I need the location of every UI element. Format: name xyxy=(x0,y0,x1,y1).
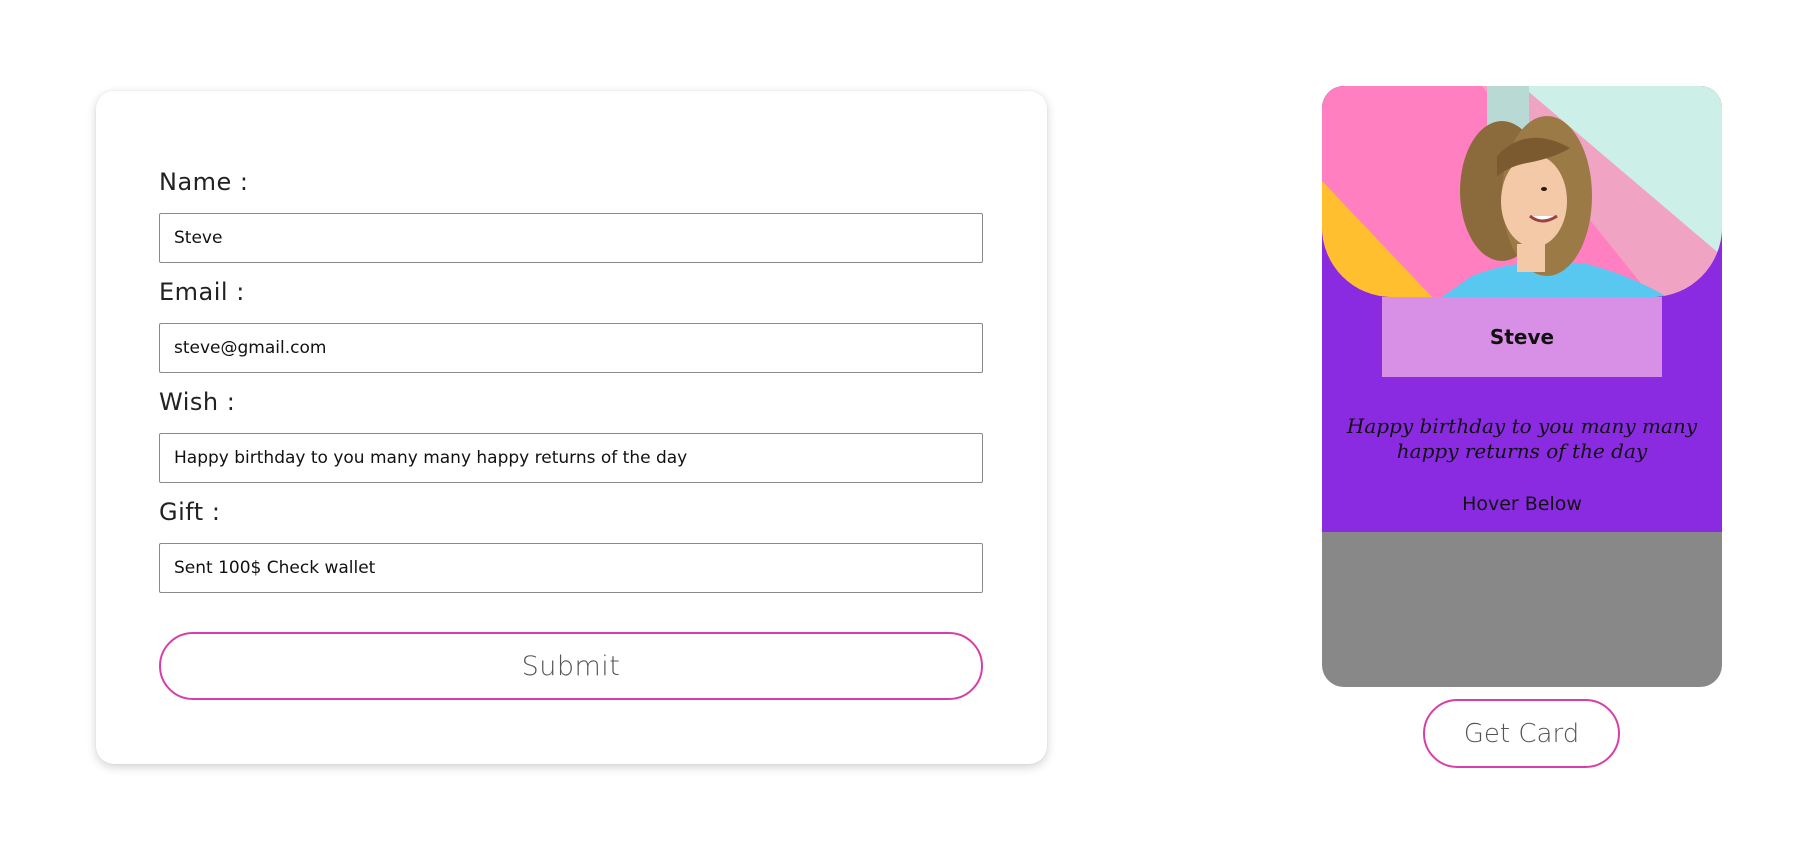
birthday-card-preview: Steve Happy birthday to you many many ha… xyxy=(1322,86,1722,687)
gift-label: Gift : xyxy=(159,498,221,526)
hover-below-text: Hover Below xyxy=(1462,493,1582,515)
card-content-area: Steve Happy birthday to you many many ha… xyxy=(1322,86,1722,532)
email-input[interactable] xyxy=(159,323,983,373)
card-wish-text: Happy birthday to you many many happy re… xyxy=(1346,414,1698,463)
submit-button[interactable]: Submit xyxy=(159,632,983,700)
get-card-button[interactable]: Get Card xyxy=(1423,699,1620,768)
card-photo xyxy=(1322,86,1722,297)
wish-input[interactable] xyxy=(159,433,983,483)
email-label: Email : xyxy=(159,278,245,306)
name-label: Name : xyxy=(159,168,249,196)
wish-form-card: Name : Email : Wish : Gift : Submit xyxy=(96,91,1047,764)
card-name-badge: Steve xyxy=(1382,297,1662,377)
woman-photo-illustration xyxy=(1322,86,1722,297)
gift-input[interactable] xyxy=(159,543,983,593)
name-input[interactable] xyxy=(159,213,983,263)
wish-label: Wish : xyxy=(159,388,236,416)
